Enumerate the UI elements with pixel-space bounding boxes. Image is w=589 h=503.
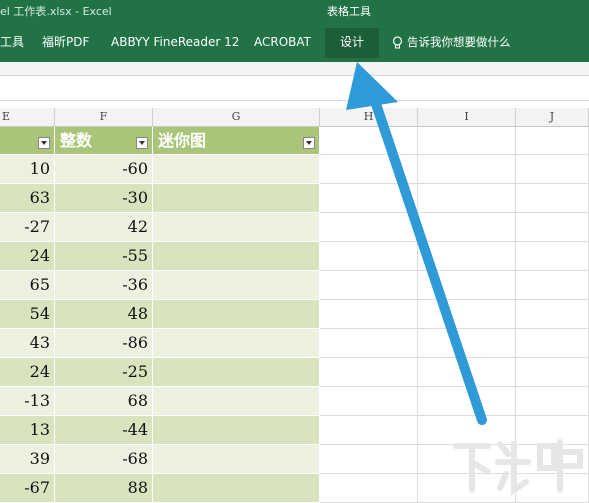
tell-me-text: 告诉我你想要做什么 — [407, 35, 511, 49]
cell-f[interactable]: -36 — [55, 271, 153, 300]
cell-g[interactable] — [153, 387, 320, 416]
tab-abbyy[interactable]: ABBYY FineReader 12 — [111, 28, 239, 58]
cell-e[interactable]: 63 — [0, 184, 55, 213]
watermark-logo — [453, 439, 583, 496]
tell-me-box[interactable]: 告诉我你想要做什么 — [392, 28, 511, 58]
cell-g[interactable] — [153, 155, 320, 184]
header-cell-g[interactable]: 迷你图 — [153, 127, 320, 155]
column-header-i[interactable]: I — [418, 108, 516, 126]
column-header-h[interactable]: H — [320, 108, 418, 126]
table-row: 63 -30 — [0, 184, 589, 213]
cell-g[interactable] — [153, 358, 320, 387]
filter-dropdown-icon[interactable] — [136, 137, 148, 149]
table-header-row: 整数 迷你图 — [0, 127, 589, 155]
cell-f[interactable]: 88 — [55, 474, 153, 503]
cell-f[interactable]: 68 — [55, 387, 153, 416]
cell-f[interactable]: -60 — [55, 155, 153, 184]
cell-e[interactable]: 13 — [0, 416, 55, 445]
context-tab-title: 表格工具 — [327, 5, 371, 18]
cell-g[interactable] — [153, 213, 320, 242]
formula-bar[interactable] — [0, 76, 589, 101]
cell-g[interactable] — [153, 242, 320, 271]
column-header-f[interactable]: F — [55, 108, 153, 126]
cell-g[interactable] — [153, 184, 320, 213]
table-row: 43 -86 — [0, 329, 589, 358]
cell-g[interactable] — [153, 300, 320, 329]
header-cell-e[interactable] — [0, 127, 55, 155]
cell-e[interactable]: 65 — [0, 271, 55, 300]
cell-f[interactable]: -44 — [55, 416, 153, 445]
table-row: 10 -60 — [0, 155, 589, 184]
column-headers: E F G H I J — [0, 108, 589, 127]
table-row: -27 42 — [0, 213, 589, 242]
cell-g[interactable] — [153, 474, 320, 503]
cell-f[interactable]: -25 — [55, 358, 153, 387]
ribbon-body — [0, 62, 589, 76]
cell-e[interactable]: -13 — [0, 387, 55, 416]
cell-f[interactable]: 48 — [55, 300, 153, 329]
cell-e[interactable]: 54 — [0, 300, 55, 329]
table-row: 24 -25 — [0, 358, 589, 387]
cell-f[interactable]: -30 — [55, 184, 153, 213]
tab-tools[interactable]: 工具 — [0, 28, 24, 58]
header-cell-f[interactable]: 整数 — [55, 127, 153, 155]
cell-e[interactable]: -67 — [0, 474, 55, 503]
column-header-j[interactable]: J — [516, 108, 589, 126]
cell-g[interactable] — [153, 329, 320, 358]
tab-design[interactable]: 设计 — [325, 28, 379, 58]
cell-e[interactable]: 24 — [0, 358, 55, 387]
column-header-e[interactable]: E — [0, 108, 55, 126]
cell-e[interactable]: -27 — [0, 213, 55, 242]
cell-e[interactable]: 10 — [0, 155, 55, 184]
filter-dropdown-icon[interactable] — [38, 137, 50, 149]
tab-foxit-pdf[interactable]: 福昕PDF — [42, 28, 89, 58]
window-title: el 工作表.xlsx - Excel — [0, 5, 112, 18]
table-row: -13 68 — [0, 387, 589, 416]
header-label-sparkline: 迷你图 — [158, 131, 207, 150]
cell-f[interactable]: 42 — [55, 213, 153, 242]
lightbulb-icon — [392, 36, 403, 49]
cell-g[interactable] — [153, 271, 320, 300]
header-label-integer: 整数 — [60, 131, 93, 150]
filter-dropdown-icon[interactable] — [303, 137, 315, 149]
cell-g[interactable] — [153, 445, 320, 474]
cell-e[interactable]: 24 — [0, 242, 55, 271]
cell-f[interactable]: -86 — [55, 329, 153, 358]
column-header-g[interactable]: G — [153, 108, 320, 126]
table-row: 65 -36 — [0, 271, 589, 300]
cell-f[interactable]: -68 — [55, 445, 153, 474]
ribbon: el 工作表.xlsx - Excel 表格工具 工具 福昕PDF ABBYY … — [0, 0, 589, 62]
cell-e[interactable]: 43 — [0, 329, 55, 358]
cell-f[interactable]: -55 — [55, 242, 153, 271]
tab-acrobat[interactable]: ACROBAT — [254, 28, 311, 58]
cell-g[interactable] — [153, 416, 320, 445]
cell-e[interactable]: 39 — [0, 445, 55, 474]
table-row: 24 -55 — [0, 242, 589, 271]
table-row: 54 48 — [0, 300, 589, 329]
